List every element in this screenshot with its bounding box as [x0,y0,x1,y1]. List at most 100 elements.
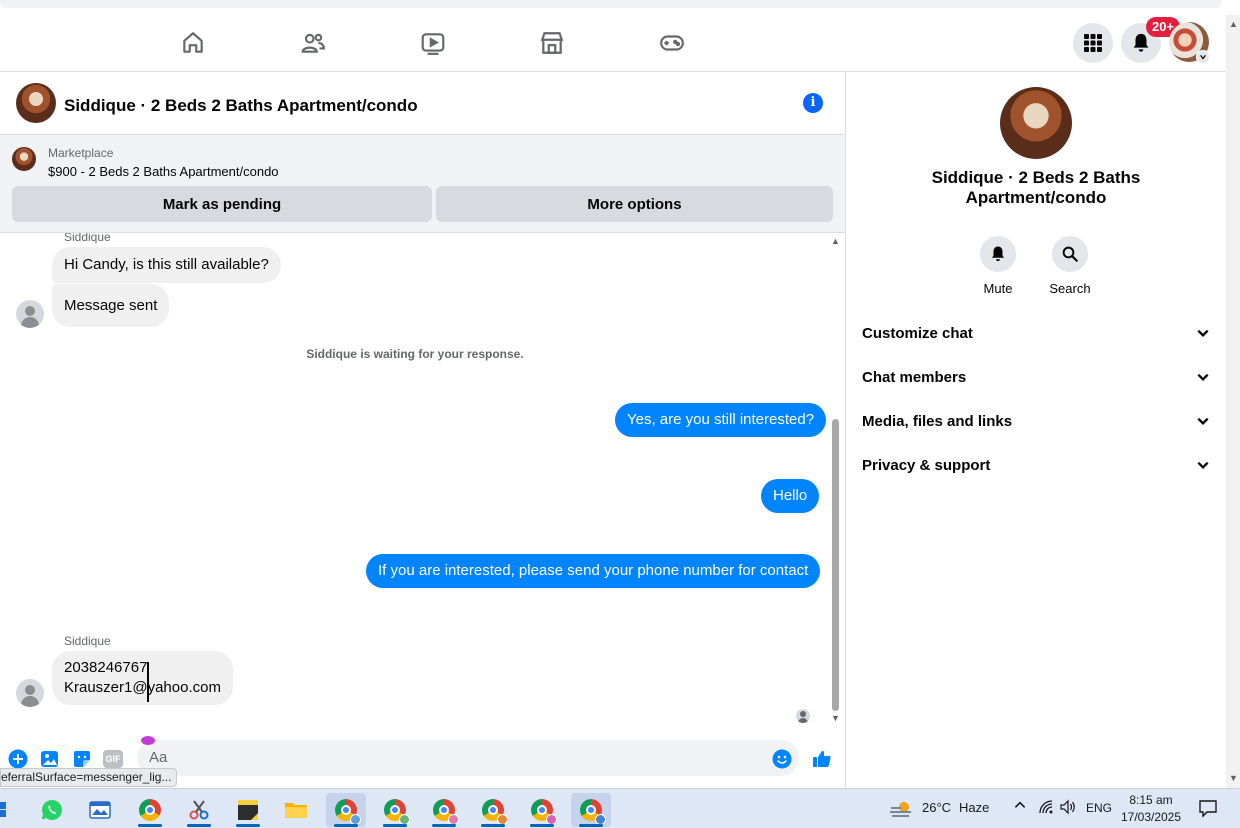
sticky-notes-taskbar-icon[interactable] [228,793,268,827]
mute-button[interactable]: Mute [958,236,1038,296]
sender-name: Siddique [64,634,111,648]
show-hidden-icons-chevron-up-icon[interactable] [1013,798,1027,815]
photos-taskbar-icon[interactable] [80,793,120,827]
chat-window: Siddique · 2 Beds 2 Baths Apartment/cond… [0,72,846,788]
scroll-up-arrow-icon[interactable]: ▲ [1229,19,1238,29]
wifi-icon[interactable] [1038,799,1054,818]
seen-indicator-avatar [796,709,810,723]
more-options-button[interactable]: More options [436,186,833,222]
chat-members-row[interactable]: Chat members [862,359,1210,395]
conversation-name-line1: Siddique · 2 Beds 2 Baths [931,168,1141,187]
friends-icon[interactable] [297,27,329,59]
link-url-tooltip: eferralSurface=messenger_lig... [0,768,178,787]
scroll-down-arrow-icon[interactable]: ▼ [1229,773,1238,783]
sender-avatar[interactable] [16,300,44,328]
chrome-profile-2-taskbar-icon[interactable] [375,793,415,827]
listing-small-thumbnail[interactable] [12,147,36,171]
email-address: Krauszer1@yahoo.com [64,679,221,696]
chevron-down-icon [1197,417,1209,425]
chrome-profile-1-taskbar-icon[interactable] [326,793,366,827]
scroll-down-arrow-icon[interactable]: ▼ [831,713,840,723]
chevron-down-icon [1197,373,1209,381]
watch-video-icon[interactable] [417,27,449,59]
mark-as-pending-button[interactable]: Mark as pending [12,186,432,222]
gif-label: GIF [103,750,123,768]
sender-name: Siddique [64,233,111,244]
listing-avatar-large[interactable] [1000,87,1072,159]
chrome-profile-5-taskbar-icon[interactable] [522,793,562,827]
marketplace-banner: Marketplace $900 - 2 Beds 2 Baths Apartm… [0,135,845,233]
weather-temperature[interactable]: 26°C [922,800,951,815]
input-language[interactable]: ENG [1086,801,1112,815]
gaming-icon[interactable] [656,27,688,59]
chat-members-label: Chat members [862,368,967,386]
conversation-name: Siddique · 2 Beds 2 Baths Apartment/cond… [886,168,1186,208]
sticker-icon[interactable] [72,749,92,769]
chrome-profile-3-taskbar-icon[interactable] [424,793,464,827]
mute-label: Mute [983,281,1013,296]
sender-avatar[interactable] [16,679,44,707]
snipping-tool-taskbar-icon[interactable] [179,793,219,827]
browser-tab-bar [0,0,1222,8]
scrollbar-thumb[interactable] [832,419,839,711]
outgoing-message[interactable]: If you are interested, please send your … [366,554,821,588]
media-files-links-label: Media, files and links [862,412,1013,430]
account-chevron-down-icon[interactable] [1196,50,1210,64]
marketplace-icon[interactable] [536,27,568,59]
chrome-profile-6-taskbar-icon[interactable] [571,793,611,827]
conversation-info-panel: Siddique · 2 Beds 2 Baths Apartment/cond… [846,72,1226,788]
waiting-notice: Siddique is waiting for your response. [306,347,524,361]
listing-thumbnail[interactable] [16,83,56,123]
chevron-down-icon [1197,461,1209,469]
incoming-message[interactable]: Message sent [52,284,170,327]
incoming-message[interactable]: Hi Candy, is this still available? [52,247,281,283]
bell-icon [992,246,1004,262]
search-label: Search [1049,281,1091,296]
emoji-icon[interactable] [772,749,792,769]
bell-icon [1133,33,1149,52]
phone-number: 2038246767 [64,659,148,676]
whatsapp-taskbar-icon[interactable] [32,793,72,827]
search-icon [1062,246,1078,262]
page-scrollbar[interactable]: ▲ ▼ [1226,15,1240,788]
volume-icon[interactable] [1059,799,1077,818]
notification-center-icon[interactable] [1198,798,1218,821]
home-icon[interactable] [177,27,209,59]
clock-date: 17/03/2025 [1120,810,1182,824]
conversation-name-line2: Apartment/condo [965,188,1107,207]
gif-icon[interactable]: GIF [103,749,123,769]
system-clock[interactable]: 8:15 am 17/03/2025 [1116,792,1186,826]
grid-menu-icon [1084,34,1102,52]
caret-handle-top [141,736,155,745]
like-thumbs-up-icon[interactable] [812,749,832,769]
marketplace-label: Marketplace [48,146,114,160]
chrome-taskbar-icon[interactable] [130,793,170,827]
message-list: Siddique Hi Candy, is this still availab… [0,233,845,730]
outgoing-message[interactable]: Hello [761,479,820,513]
media-files-links-row[interactable]: Media, files and links [862,403,1210,439]
message-input[interactable]: Aa [137,740,799,776]
message-scrollbar[interactable]: ▲ ▼ [829,233,843,730]
listing-price-title[interactable]: $900 - 2 Beds 2 Baths Apartment/condo [48,164,279,179]
top-navigation [0,15,1226,72]
scroll-up-arrow-icon[interactable]: ▲ [831,236,840,246]
customize-chat-label: Customize chat [862,324,973,342]
clock-time: 8:15 am [1129,793,1173,807]
incoming-contact-message[interactable]: 2038246767 Krauszer1@yahoo.com [52,651,233,705]
chrome-profile-4-taskbar-icon[interactable] [473,793,513,827]
info-icon[interactable]: i [803,93,823,113]
photo-attach-icon[interactable] [40,749,60,769]
weather-haze-icon[interactable] [886,793,916,827]
outgoing-message[interactable]: Yes, are you still interested? [615,403,827,437]
start-button[interactable] [0,793,12,827]
chat-title[interactable]: Siddique · 2 Beds 2 Baths Apartment/cond… [64,96,418,116]
file-explorer-taskbar-icon[interactable] [276,793,316,827]
menu-grid-button[interactable] [1073,23,1113,63]
search-button[interactable]: Search [1030,236,1110,296]
customize-chat-row[interactable]: Customize chat [862,315,1210,351]
weather-condition[interactable]: Haze [959,800,989,815]
plus-circle-icon[interactable] [8,749,28,769]
chevron-down-icon [1197,329,1209,337]
text-caret [147,662,149,702]
privacy-support-row[interactable]: Privacy & support [862,447,1210,483]
